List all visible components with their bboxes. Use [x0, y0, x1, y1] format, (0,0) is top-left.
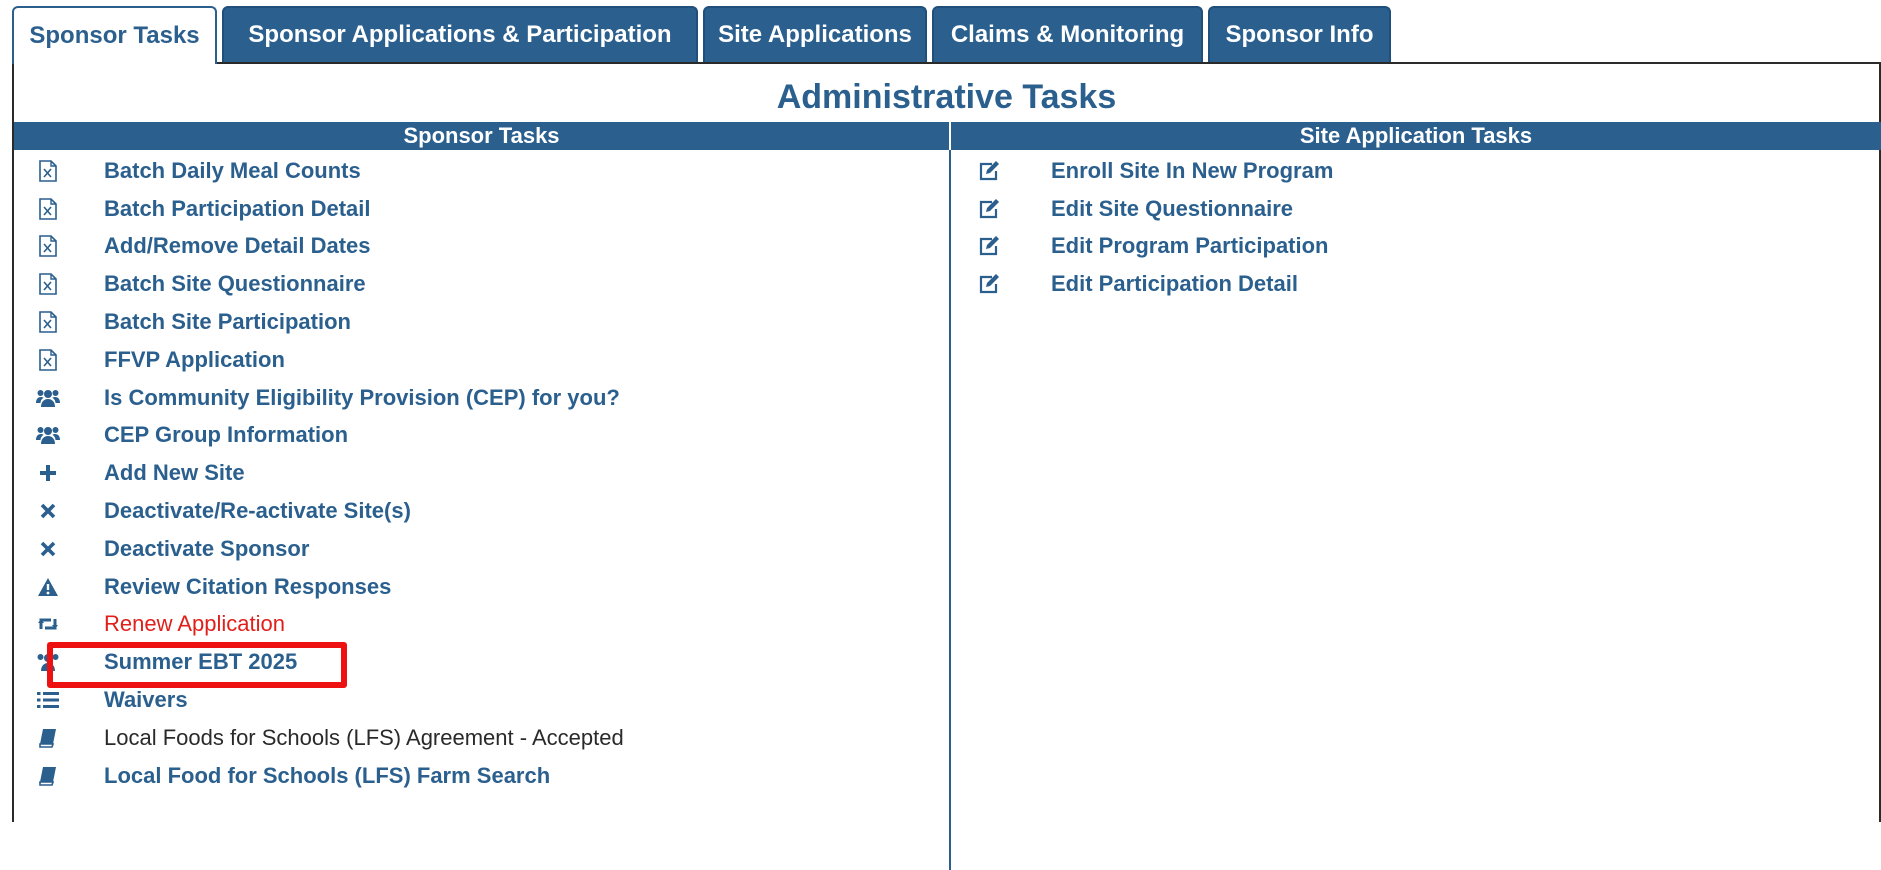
list-item: Local Food for Schools (LFS) Farm Search: [14, 757, 944, 795]
group-icon: [34, 421, 62, 449]
list-item: CEP Group Information: [14, 417, 944, 455]
tab-site-applications[interactable]: Site Applications: [703, 6, 927, 62]
batch-site-participation-link[interactable]: Batch Site Participation: [104, 309, 351, 335]
edit-site-questionnaire-link[interactable]: Edit Site Questionnaire: [1051, 196, 1293, 222]
ffvp-application-link[interactable]: FFVP Application: [104, 347, 285, 373]
review-citation-responses-link[interactable]: Review Citation Responses: [104, 574, 391, 600]
edit-icon: [975, 232, 1003, 260]
excel-file-icon: [34, 232, 62, 260]
edit-participation-detail-link[interactable]: Edit Participation Detail: [1051, 271, 1298, 297]
list-item: Batch Daily Meal Counts: [14, 152, 944, 190]
edit-icon: [975, 270, 1003, 298]
tab-claims-monitoring[interactable]: Claims & Monitoring: [932, 6, 1203, 62]
book-icon: [34, 762, 62, 790]
list-item: Batch Site Participation: [14, 303, 944, 341]
deactivate-sponsor-link[interactable]: Deactivate Sponsor: [104, 536, 309, 562]
excel-file-icon: [34, 308, 62, 336]
excel-file-icon: [34, 270, 62, 298]
list-item: Is Community Eligibility Provision (CEP)…: [14, 379, 944, 417]
excel-file-icon: [34, 346, 62, 374]
list-item: Waivers: [14, 681, 944, 719]
site-application-tasks-list: Enroll Site In New Program Edit Site Que…: [951, 152, 1881, 303]
group-icon: [34, 648, 62, 676]
deactivate-reactivate-sites-link[interactable]: Deactivate/Re-activate Site(s): [104, 498, 411, 524]
list-item: Add New Site: [14, 454, 944, 492]
list-item: Add/Remove Detail Dates: [14, 228, 944, 266]
list-item: FFVP Application: [14, 341, 944, 379]
plus-icon: [34, 459, 62, 487]
group-icon: [34, 384, 62, 412]
excel-file-icon: [34, 157, 62, 185]
sponsor-tasks-header: Sponsor Tasks: [14, 122, 949, 150]
list-item: Deactivate/Re-activate Site(s): [14, 492, 944, 530]
tab-sponsor-info[interactable]: Sponsor Info: [1208, 6, 1391, 62]
tab-sponsor-applications-participation[interactable]: Sponsor Applications & Participation: [222, 6, 698, 62]
summer-ebt-2025-link[interactable]: Summer EBT 2025: [104, 649, 297, 675]
tab-sponsor-tasks[interactable]: Sponsor Tasks: [12, 6, 217, 64]
cep-eligibility-link[interactable]: Is Community Eligibility Provision (CEP)…: [104, 385, 620, 411]
retweet-icon: [34, 610, 62, 638]
list-item: Batch Participation Detail: [14, 190, 944, 228]
list-item: Local Foods for Schools (LFS) Agreement …: [14, 719, 944, 757]
list-item: Summer EBT 2025: [14, 643, 944, 681]
enroll-site-in-new-program-link[interactable]: Enroll Site In New Program: [1051, 158, 1333, 184]
close-icon: [34, 497, 62, 525]
book-icon: [34, 724, 62, 752]
edit-icon: [975, 195, 1003, 223]
waivers-link[interactable]: Waivers: [104, 687, 188, 713]
list-item: Enroll Site In New Program: [951, 152, 1881, 190]
warning-icon: [34, 573, 62, 601]
site-application-tasks-header: Site Application Tasks: [951, 122, 1881, 150]
sponsor-tasks-list: Batch Daily Meal Counts Batch Participat…: [14, 152, 944, 795]
list-item: Review Citation Responses: [14, 568, 944, 606]
lfs-agreement-link[interactable]: Local Foods for Schools (LFS) Agreement …: [104, 725, 624, 751]
list-item: Edit Site Questionnaire: [951, 190, 1881, 228]
administrative-tasks-panel: Administrative Tasks Sponsor Tasks Site …: [12, 62, 1881, 870]
batch-site-questionnaire-link[interactable]: Batch Site Questionnaire: [104, 271, 366, 297]
page-title: Administrative Tasks: [776, 78, 1117, 116]
list-item: Edit Program Participation: [951, 228, 1881, 266]
add-new-site-link[interactable]: Add New Site: [104, 460, 245, 486]
edit-icon: [975, 157, 1003, 185]
batch-daily-meal-counts-link[interactable]: Batch Daily Meal Counts: [104, 158, 361, 184]
close-icon: [34, 535, 62, 563]
edit-program-participation-link[interactable]: Edit Program Participation: [1051, 233, 1329, 259]
cep-group-information-link[interactable]: CEP Group Information: [104, 422, 348, 448]
excel-file-icon: [34, 195, 62, 223]
lfs-farm-search-link[interactable]: Local Food for Schools (LFS) Farm Search: [104, 763, 550, 789]
list-item: Deactivate Sponsor: [14, 530, 944, 568]
list-item: Edit Participation Detail: [951, 265, 1881, 303]
list-icon: [34, 686, 62, 714]
renew-application-link[interactable]: Renew Application: [104, 611, 285, 637]
add-remove-detail-dates-link[interactable]: Add/Remove Detail Dates: [104, 233, 371, 259]
list-item: Batch Site Questionnaire: [14, 265, 944, 303]
batch-participation-detail-link[interactable]: Batch Participation Detail: [104, 196, 371, 222]
list-item: Renew Application: [14, 606, 944, 644]
